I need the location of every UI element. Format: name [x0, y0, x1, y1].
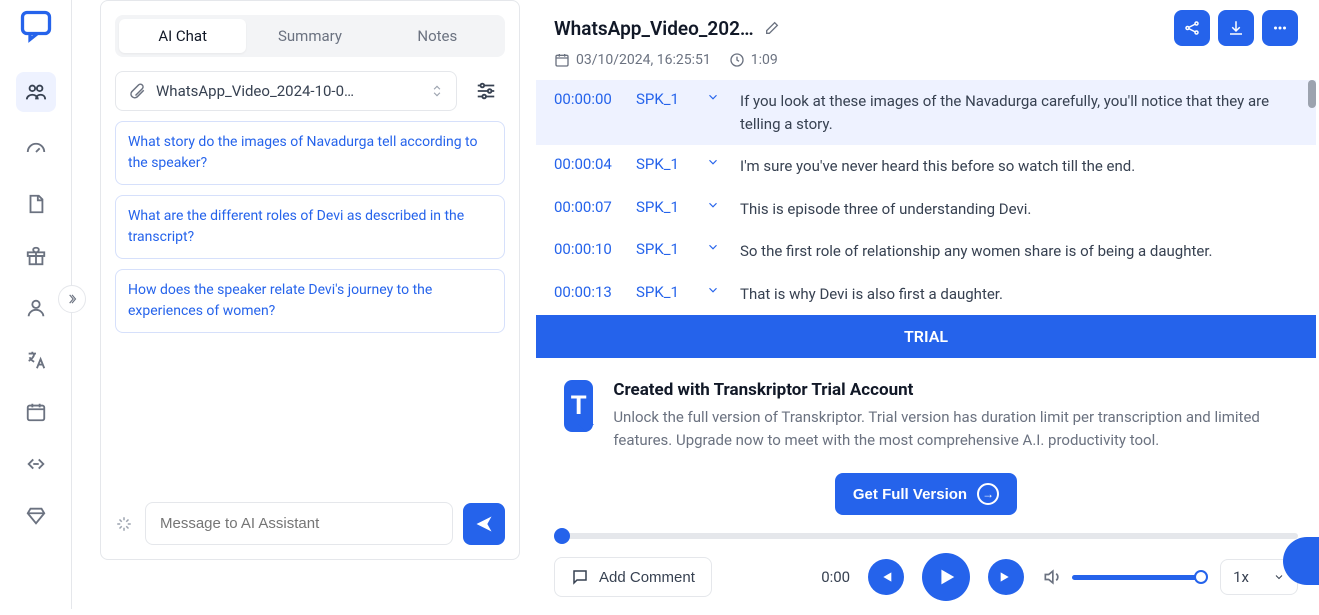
tab-ai-chat[interactable]: AI Chat	[119, 19, 246, 53]
chevron-down-icon[interactable]	[706, 283, 726, 297]
trial-body: Unlock the full version of Transkriptor.…	[613, 406, 1288, 451]
tab-summary[interactable]: Summary	[246, 19, 373, 53]
sidebar-dashboard-icon[interactable]	[24, 140, 48, 164]
add-comment-label: Add Comment	[599, 569, 695, 586]
suggestion-item[interactable]: What story do the images of Navadurga te…	[115, 121, 505, 185]
transcript-header: WhatsApp_Video_202…	[536, 0, 1316, 46]
suggestion-item[interactable]: What are the different roles of Devi as …	[115, 195, 505, 259]
transcript-row[interactable]: 00:00:04 SPK_1 I'm sure you've never hea…	[536, 145, 1316, 188]
chat-input-row	[101, 488, 519, 559]
ai-chat-panel: AI Chat Summary Notes WhatsApp_Video_202…	[100, 0, 520, 560]
timestamp: 00:00:10	[554, 240, 622, 258]
panel-tabs: AI Chat Summary Notes	[115, 15, 505, 57]
player-controls: Add Comment 0:00 1x	[536, 539, 1316, 615]
next-button[interactable]	[988, 559, 1024, 595]
trial-upsell: T Created with Transkriptor Trial Accoun…	[536, 358, 1316, 473]
sidebar-document-icon[interactable]	[24, 192, 48, 216]
filter-sliders-button[interactable]	[467, 72, 505, 110]
share-button[interactable]	[1174, 10, 1210, 46]
sidebar-plug-icon[interactable]	[24, 452, 48, 476]
arrow-right-circle-icon: →	[977, 483, 999, 505]
speed-value: 1x	[1233, 568, 1249, 586]
trial-logo-icon: T	[564, 380, 593, 432]
paperclip-icon	[128, 82, 146, 100]
transcript-text: This is episode three of understanding D…	[740, 198, 1298, 221]
volume-slider[interactable]	[1072, 575, 1202, 580]
transcript-text: I'm sure you've never heard this before …	[740, 155, 1298, 178]
chat-message-input[interactable]	[145, 502, 453, 545]
speaker-label[interactable]: SPK_1	[636, 155, 692, 173]
file-duration: 1:09	[729, 52, 778, 68]
chevron-down-icon[interactable]	[706, 155, 726, 169]
transcript-list[interactable]: 00:00:00 SPK_1 If you look at these imag…	[536, 80, 1316, 315]
tab-notes[interactable]: Notes	[374, 19, 501, 53]
page-title: WhatsApp_Video_202…	[554, 17, 754, 40]
suggestions-list: What story do the images of Navadurga te…	[115, 121, 505, 333]
trial-banner: TRIAL	[536, 315, 1316, 358]
play-button[interactable]	[922, 553, 970, 601]
transcript-text: So the first role of relationship any wo…	[740, 240, 1298, 263]
app-logo-icon	[18, 8, 54, 44]
sidebar-user-icon[interactable]	[24, 296, 48, 320]
sidebar-calendar-icon[interactable]	[24, 400, 48, 424]
transcript-row[interactable]: 00:00:07 SPK_1 This is episode three of …	[536, 188, 1316, 231]
file-meta: 03/10/2024, 16:25:51 1:09	[536, 46, 1316, 80]
download-button[interactable]	[1218, 10, 1254, 46]
volume-icon[interactable]	[1042, 567, 1062, 587]
volume-handle[interactable]	[1194, 570, 1208, 584]
speaker-label[interactable]: SPK_1	[636, 283, 692, 301]
chevron-updown-icon	[430, 84, 444, 98]
transcript-row[interactable]: 00:00:13 SPK_1 That is why Devi is also …	[536, 273, 1316, 316]
file-selector[interactable]: WhatsApp_Video_2024-10-0…	[115, 71, 457, 111]
more-menu-button[interactable]	[1262, 10, 1298, 46]
transcript-text: That is why Devi is also first a daughte…	[740, 283, 1298, 306]
transcript-text: If you look at these images of the Navad…	[740, 90, 1298, 135]
get-full-version-button[interactable]: Get Full Version →	[835, 473, 1017, 515]
current-time: 0:00	[821, 568, 850, 586]
transcript-row[interactable]: 00:00:00 SPK_1 If you look at these imag…	[536, 80, 1316, 145]
sidebar-diamond-icon[interactable]	[24, 504, 48, 528]
sidebar-people-icon[interactable]	[16, 72, 56, 112]
add-comment-button[interactable]: Add Comment	[554, 557, 712, 597]
progress-handle[interactable]	[554, 528, 570, 544]
timestamp: 00:00:00	[554, 90, 622, 108]
prev-button[interactable]	[868, 559, 904, 595]
speaker-label[interactable]: SPK_1	[636, 198, 692, 216]
sparkle-icon	[115, 515, 135, 533]
chevron-down-icon[interactable]	[706, 90, 726, 104]
timestamp: 00:00:07	[554, 198, 622, 216]
edit-title-icon[interactable]	[764, 20, 780, 36]
send-button[interactable]	[463, 503, 505, 545]
file-selector-row: WhatsApp_Video_2024-10-0…	[115, 71, 505, 111]
scrollbar-thumb[interactable]	[1308, 80, 1316, 108]
trial-heading: Created with Transkriptor Trial Account	[613, 380, 1288, 400]
file-name: WhatsApp_Video_2024-10-0…	[156, 82, 354, 100]
sidebar-gift-icon[interactable]	[24, 244, 48, 268]
header-actions	[1174, 10, 1298, 46]
chevron-down-icon[interactable]	[706, 240, 726, 254]
timestamp: 00:00:04	[554, 155, 622, 173]
playback-progress[interactable]	[536, 533, 1316, 539]
sidebar-translate-icon[interactable]	[24, 348, 48, 372]
speaker-label[interactable]: SPK_1	[636, 90, 692, 108]
sidebar-expand-button[interactable]	[58, 285, 86, 313]
transcript-panel: WhatsApp_Video_202… 03/10/2024, 16:25:51…	[536, 0, 1316, 560]
suggestion-item[interactable]: How does the speaker relate Devi's journ…	[115, 269, 505, 333]
transcript-row[interactable]: 00:00:10 SPK_1 So the first role of rela…	[536, 230, 1316, 273]
cta-label: Get Full Version	[853, 486, 967, 503]
volume-control	[1042, 567, 1202, 587]
timestamp: 00:00:13	[554, 283, 622, 301]
file-date: 03/10/2024, 16:25:51	[554, 52, 711, 68]
chevron-down-icon[interactable]	[706, 198, 726, 212]
speaker-label[interactable]: SPK_1	[636, 240, 692, 258]
